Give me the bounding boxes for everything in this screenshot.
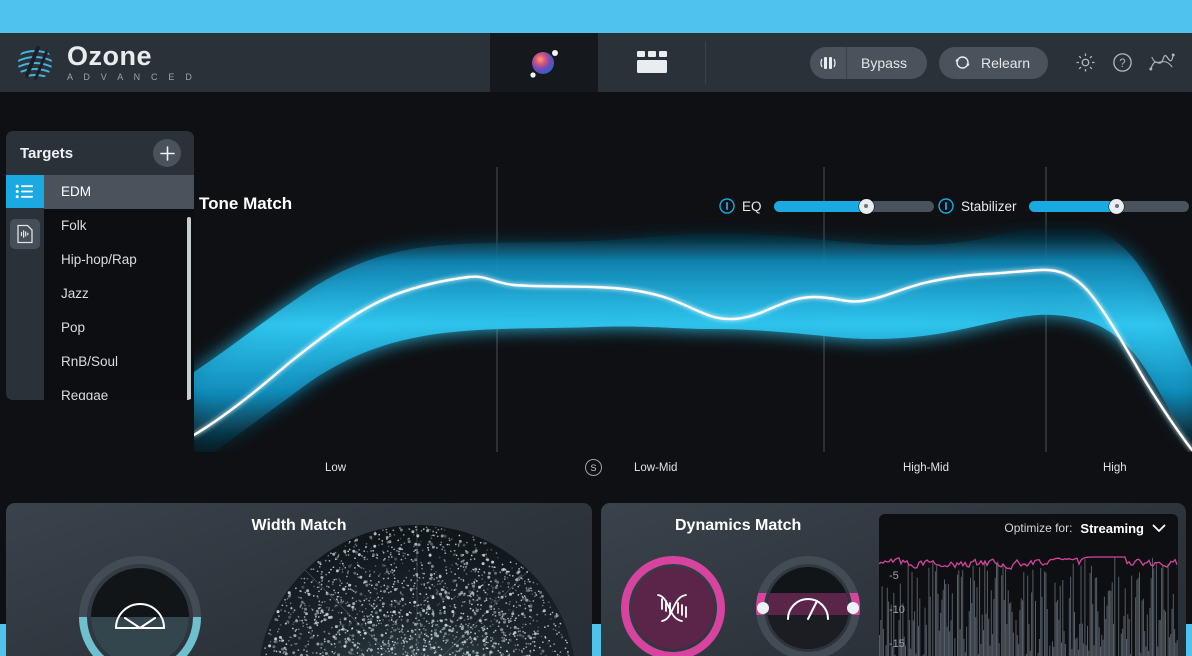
sidebar-item-reggae[interactable]: Reggae xyxy=(44,379,194,400)
info-icon[interactable] xyxy=(938,198,954,214)
eq-slider[interactable] xyxy=(773,198,934,214)
bypass-button[interactable]: Bypass xyxy=(847,47,927,79)
brand-name: Ozone xyxy=(67,41,153,71)
eq-slider-label: EQ xyxy=(742,198,762,214)
help-question-icon[interactable]: ? xyxy=(1111,51,1134,74)
optimize-for-label: Optimize for: xyxy=(1004,521,1073,535)
targets-list[interactable]: EDM Folk Hip-hop/Rap Jazz Pop RnB/Soul R… xyxy=(44,175,194,400)
page-title: Tone Match xyxy=(199,194,293,213)
reference-file-icon[interactable] xyxy=(10,219,40,249)
optimize-for-row: Optimize for: Streaming xyxy=(879,514,1178,542)
brand-logo: Ozone A D V A N C E D xyxy=(0,33,490,92)
meter-scale--10: -10 xyxy=(889,604,905,616)
relearn-refresh-icon xyxy=(955,56,970,69)
band-label-low-mid: Low-Mid xyxy=(634,462,678,474)
top-accent-strip xyxy=(0,0,1192,33)
stabilizer-slider-row: Stabilizer xyxy=(938,198,1189,214)
maximizer-knob[interactable] xyxy=(753,555,863,656)
polar-vectorscope[interactable] xyxy=(258,525,576,656)
bypass-meters-icon[interactable] xyxy=(810,47,846,79)
plugin-window: Ozone A D V A N C E D Bypass Relearn ? L… xyxy=(0,33,1192,656)
info-icon[interactable] xyxy=(719,198,735,214)
eq-slider-handle[interactable] xyxy=(858,198,874,214)
brand-subtitle: A D V A N C E D xyxy=(67,72,197,82)
sidebar-body: EDM Folk Hip-hop/Rap Jazz Pop RnB/Soul R… xyxy=(6,175,194,400)
assistant-tab[interactable] xyxy=(490,33,598,92)
header-bar: Ozone A D V A N C E D Bypass Relearn ? xyxy=(0,33,1192,92)
eq-slider-row: EQ xyxy=(719,198,934,214)
sphere-icon xyxy=(530,49,558,78)
gear-icon[interactable] xyxy=(1074,51,1097,74)
relearn-label: Relearn xyxy=(980,54,1030,71)
band-label-high: High xyxy=(1103,462,1127,474)
sidebar-rail xyxy=(6,175,44,400)
eq-band-labels: Low S Low-Mid High-Mid High xyxy=(194,459,1192,492)
izotope-squiggle-icon[interactable] xyxy=(1148,51,1176,74)
band-label-low: Low xyxy=(325,462,347,474)
stabilizer-slider-handle[interactable] xyxy=(1109,198,1125,214)
header-right-controls: Bypass Relearn ? xyxy=(706,33,1192,92)
sidebar-item-folk[interactable]: Folk xyxy=(44,209,194,243)
stabilizer-slider[interactable] xyxy=(1028,198,1189,214)
width-match-panel: Width Match xyxy=(6,503,592,656)
band-label-high-mid: High-Mid xyxy=(903,462,950,474)
plus-icon xyxy=(159,145,175,161)
module-tabs xyxy=(490,33,706,92)
target-list-icon[interactable] xyxy=(6,175,44,208)
meter-scale--15: -15 xyxy=(889,638,905,650)
targets-scrollbar[interactable] xyxy=(187,217,191,400)
modules-grid-icon xyxy=(637,50,667,73)
impact-knob[interactable] xyxy=(620,555,726,656)
sidebar-item-edm[interactable]: EDM xyxy=(44,175,194,209)
imager-knob[interactable] xyxy=(79,556,201,656)
header-icon-group: ? xyxy=(1074,51,1176,74)
optimize-for-value[interactable]: Streaming xyxy=(1080,521,1144,536)
bypass-group: Bypass xyxy=(810,46,927,79)
meter-scale--5: -5 xyxy=(889,570,899,582)
sidebar-item-hiphop-rap[interactable]: Hip-hop/Rap xyxy=(44,243,194,277)
dynamics-match-title: Dynamics Match xyxy=(675,517,802,534)
targets-sidebar: Targets EDM Folk Hip-hop/Rap Jazz Pop Rn… xyxy=(6,131,194,400)
solo-button[interactable]: S xyxy=(585,459,602,476)
modules-tab[interactable] xyxy=(598,33,706,92)
app-root: Ozone A D V A N C E D Bypass Relearn ? L… xyxy=(0,0,1192,656)
stabilizer-slider-label: Stabilizer xyxy=(961,198,1017,214)
ozone-sphere-logo-icon xyxy=(14,42,56,84)
sidebar-item-pop[interactable]: Pop xyxy=(44,311,194,345)
sidebar-item-rnb-soul[interactable]: RnB/Soul xyxy=(44,345,194,379)
sidebar-item-jazz[interactable]: Jazz xyxy=(44,277,194,311)
relearn-button[interactable]: Relearn xyxy=(938,46,1048,79)
chevron-down-icon[interactable] xyxy=(1152,523,1166,533)
main-area: Low S Low-Mid High-Mid High Tone Match E… xyxy=(0,92,1192,656)
loudness-meter[interactable]: Optimize for: Streaming -5 -10 -15 -20 xyxy=(879,514,1178,656)
svg-text:?: ? xyxy=(1119,58,1125,70)
add-target-button[interactable] xyxy=(153,139,181,167)
sidebar-title: Targets xyxy=(20,144,74,162)
